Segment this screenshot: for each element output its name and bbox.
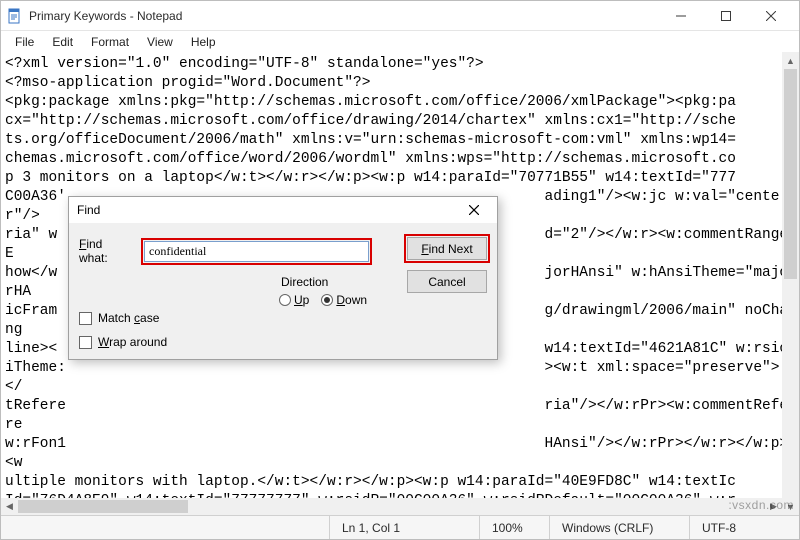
menubar: File Edit Format View Help [1,31,799,53]
direction-up-radio[interactable]: Up [279,293,309,307]
menu-help[interactable]: Help [183,33,224,51]
find-next-button[interactable]: Find Next [407,237,487,260]
window-title: Primary Keywords - Notepad [29,9,658,23]
checkbox-icon [79,312,92,325]
match-case-checkbox[interactable]: Match case [79,311,159,325]
find-close-button[interactable] [459,199,489,221]
minimize-button[interactable] [658,1,703,31]
status-zoom: 100% [479,516,549,539]
scroll-up-icon[interactable]: ▲ [782,52,799,69]
find-title-text: Find [77,203,459,217]
watermark: :vsxdn.com [728,498,794,512]
radio-icon [279,294,291,306]
direction-down-radio[interactable]: Down [321,293,367,307]
find-what-input[interactable] [144,241,369,262]
checkbox-icon [79,336,92,349]
scroll-thumb-h[interactable] [18,500,188,513]
menu-view[interactable]: View [139,33,181,51]
statusbar: Ln 1, Col 1 100% Windows (CRLF) UTF-8 [1,515,799,539]
close-button[interactable] [748,1,793,31]
menu-format[interactable]: Format [83,33,137,51]
menu-file[interactable]: File [7,33,42,51]
find-dialog: Find Find what: Find Next Cancel Directi… [68,196,498,360]
window-controls [658,1,793,30]
status-encoding: UTF-8 [689,516,799,539]
radio-icon [321,294,333,306]
horizontal-scrollbar[interactable]: ◀ ▶ [1,498,782,515]
direction-label: Direction [281,275,394,289]
titlebar[interactable]: Primary Keywords - Notepad [1,1,799,31]
direction-group: Direction Up Down [279,275,394,315]
find-what-label: Find what: [79,237,134,265]
find-titlebar[interactable]: Find [69,197,497,223]
vertical-scrollbar[interactable]: ▲ ▼ [782,52,799,515]
maximize-button[interactable] [703,1,748,31]
scroll-left-icon[interactable]: ◀ [1,498,18,515]
scroll-thumb-v[interactable] [784,69,797,279]
menu-edit[interactable]: Edit [44,33,81,51]
notepad-icon [7,8,23,24]
cancel-button[interactable]: Cancel [407,270,487,293]
wrap-around-checkbox[interactable]: Wrap around [79,335,167,349]
status-position: Ln 1, Col 1 [329,516,479,539]
status-line-ending: Windows (CRLF) [549,516,689,539]
